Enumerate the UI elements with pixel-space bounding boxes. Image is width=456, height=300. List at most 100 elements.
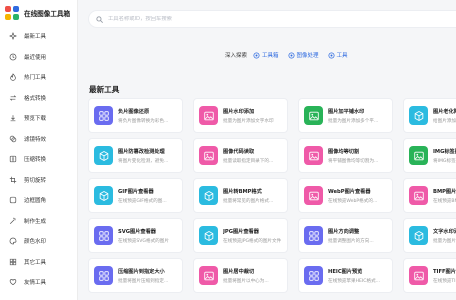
tool-card[interactable]: 图片老化降化给图片添加老化效果 — [403, 98, 456, 133]
tool-desc: 批量为图片添加多个平... — [328, 118, 379, 124]
tool-desc: 在线预览BMP格式的... — [433, 198, 456, 204]
tool-card[interactable]: 图片方向调整 批量调整图片的方向... — [298, 218, 393, 253]
sidebar-item-13[interactable]: 友情工具 — [0, 272, 77, 293]
tool-tile — [304, 226, 323, 245]
sidebar-nav: 最新工具最近使用 热门工具 格式转换预览下载滤镜特效 压缩转换剪切旋转边框圆角制作生成… — [0, 26, 77, 293]
tool-desc: 批量为图片添加文字水印 — [223, 118, 274, 124]
tool-title: 图片居中裁切 — [223, 268, 255, 275]
filter-icon — [9, 135, 17, 142]
tool-tile — [199, 186, 218, 205]
tool-card[interactable]: SVG图片查看器 在线预览SVG格式的图片 — [88, 218, 183, 253]
target-icon — [328, 51, 335, 59]
cube-icon — [414, 230, 423, 241]
tool-card[interactable]: 文字水印添加批量为图片添加文字... — [403, 218, 456, 253]
tool-title: IMG标签图像化 — [433, 148, 456, 155]
grid-icon — [98, 270, 109, 281]
image-icon — [308, 111, 319, 120]
tool-tile — [94, 226, 113, 245]
sidebar-item-6[interactable]: 滤镜特效 — [0, 129, 77, 150]
sidebar-item-label: 友情工具 — [24, 280, 47, 287]
explore-chip-label: 工具箱 — [262, 53, 279, 59]
tool-title: 图片水印添加 — [223, 108, 255, 115]
tool-card-text: 图像均等切割 将平铺图像均等切割为... — [328, 148, 378, 164]
grid-icon — [308, 270, 319, 281]
tool-card[interactable]: 图片加平铺水印 批量为图片添加多个平... — [298, 98, 393, 133]
sidebar-item-label: 其它工具 — [24, 259, 47, 266]
tool-card[interactable]: 图片防篡改检测处理 将图片变化检测，避免... — [88, 138, 183, 173]
tool-card[interactable]: IMG标签图像化将IMG标签内图像转换... — [403, 138, 456, 173]
image-icon — [413, 271, 424, 280]
tool-desc: 批量将常见的图片格式... — [223, 198, 274, 204]
tool-tile — [199, 106, 218, 125]
tool-title: TIFF图片查看器 — [433, 268, 456, 275]
sidebar-item-12[interactable]: 其它工具 — [0, 252, 77, 273]
sidebar: 在线图像工具箱 最新工具最近使用 热门工具 格式转换预览下载滤镜特效 压缩转换剪切旋转… — [0, 0, 78, 300]
sidebar-item-8[interactable]: 剪切旋转 — [0, 170, 77, 191]
tool-card[interactable]: 图像代码读取 批量读取指定目录下的... — [193, 138, 288, 173]
tool-card[interactable]: GIF图片查看器 在线预览GIF格式的图... — [88, 178, 183, 213]
tool-desc: 批量调整图片的方向... — [328, 238, 374, 244]
tool-tile — [409, 266, 428, 285]
sidebar-item-7[interactable]: 压缩转换 — [0, 149, 77, 170]
tool-title: WebP图片查看器 — [328, 188, 371, 195]
heart-icon — [9, 279, 17, 286]
target-icon — [288, 51, 295, 59]
tool-tile — [94, 106, 113, 125]
tool-card[interactable]: 图片居中裁切 批量将图片以中心为... — [193, 258, 288, 293]
sidebar-item-5[interactable]: 预览下载 — [0, 108, 77, 129]
tool-card[interactable]: 图片水印添加批量为图片添加文字水印 — [193, 98, 288, 133]
brand[interactable]: 在线图像工具箱 — [0, 0, 77, 26]
tool-title: JPG图片查看器 — [223, 228, 259, 235]
sidebar-item-1[interactable]: 最新工具 — [0, 26, 77, 47]
sidebar-item-label: 最新工具 — [24, 34, 47, 41]
image-icon — [203, 151, 214, 160]
sidebar-item-2[interactable]: 最近使用 — [0, 47, 77, 68]
tool-card[interactable]: 压缩图片到指定大小 批量将图片压缩到指定... — [88, 258, 183, 293]
tool-title: BMP图片查看器 — [433, 188, 456, 195]
tool-card[interactable]: 图片转BMP格式 批量将常见的图片格式... — [193, 178, 288, 213]
search-bar[interactable] — [88, 10, 456, 28]
sparkle-icon — [9, 32, 17, 40]
tool-card[interactable]: JPG图片查看器 在线预览JPG格式的图片文件 — [193, 218, 288, 253]
tool-card[interactable]: BMP图片查看器在线预览BMP格式的... — [403, 178, 456, 213]
sidebar-item-11[interactable]: 颜色水印 — [0, 231, 77, 252]
main-content: 深入探索 工具箱 图像处理 工具 最新工具 负片图像还原将负片图像转换为彩色... 图… — [78, 0, 456, 300]
cube-icon — [204, 230, 213, 241]
sidebar-item-label: 剪切旋转 — [24, 177, 47, 184]
tool-card[interactable]: TIFF图片查看器在线预览TIFF格式的... — [403, 258, 456, 293]
tool-tile — [304, 146, 323, 165]
tool-tile — [409, 146, 428, 165]
tool-card[interactable]: HEIC图片预览 在线预览苹果HEIC格式... — [298, 258, 393, 293]
frame-icon — [9, 197, 17, 204]
tool-card-text: 图片加平铺水印 批量为图片添加多个平... — [328, 108, 378, 124]
sidebar-item-label: 边框圆角 — [24, 198, 47, 205]
explore-chip-2[interactable]: 图像处理 — [288, 51, 319, 59]
tool-card-text: TIFF图片查看器在线预览TIFF格式的... — [433, 268, 456, 284]
tool-tile — [94, 266, 113, 285]
tool-card[interactable]: 负片图像还原 将负片图像转换为彩色... — [88, 98, 183, 133]
tool-tile — [304, 186, 323, 205]
sidebar-item-3[interactable]: 热门工具 — [0, 67, 77, 88]
sidebar-item-10[interactable]: 制作生成 — [0, 211, 77, 232]
tool-card-text: 图像代码读取 批量读取指定目录下的... — [223, 148, 273, 164]
tool-desc: 给图片添加老化效果 — [433, 118, 456, 124]
tool-card-text: 图片防篡改检测处理 将图片变化检测，避免... — [118, 148, 168, 164]
tool-card[interactable]: WebP图片查看器 在线预览WebP格式的... — [298, 178, 393, 213]
explore-chip-1[interactable]: 工具箱 — [253, 51, 279, 59]
tool-tile — [304, 106, 323, 125]
tool-card-text: 图片水印添加批量为图片添加文字水印 — [223, 108, 274, 124]
tool-title: 图像代码读取 — [223, 148, 255, 155]
sidebar-item-label: 预览下载 — [24, 116, 47, 123]
tool-card[interactable]: 图像均等切割 将平铺图像均等切割为... — [298, 138, 393, 173]
tool-title: 负片图像还原 — [118, 108, 150, 115]
explore-chip-3[interactable]: 工具 — [328, 51, 348, 59]
tool-desc: 在线预览TIFF格式的... — [433, 278, 456, 284]
sidebar-item-9[interactable]: 边框圆角 — [0, 190, 77, 211]
cube-icon — [99, 150, 108, 161]
search-input[interactable] — [108, 16, 408, 22]
tool-tile — [199, 146, 218, 165]
tool-card-text: 图片转BMP格式 批量将常见的图片格式... — [223, 188, 273, 204]
tool-desc: 批量为图片添加文字... — [433, 238, 456, 244]
image-icon — [413, 191, 424, 200]
sidebar-item-4[interactable]: 格式转换 — [0, 88, 77, 109]
